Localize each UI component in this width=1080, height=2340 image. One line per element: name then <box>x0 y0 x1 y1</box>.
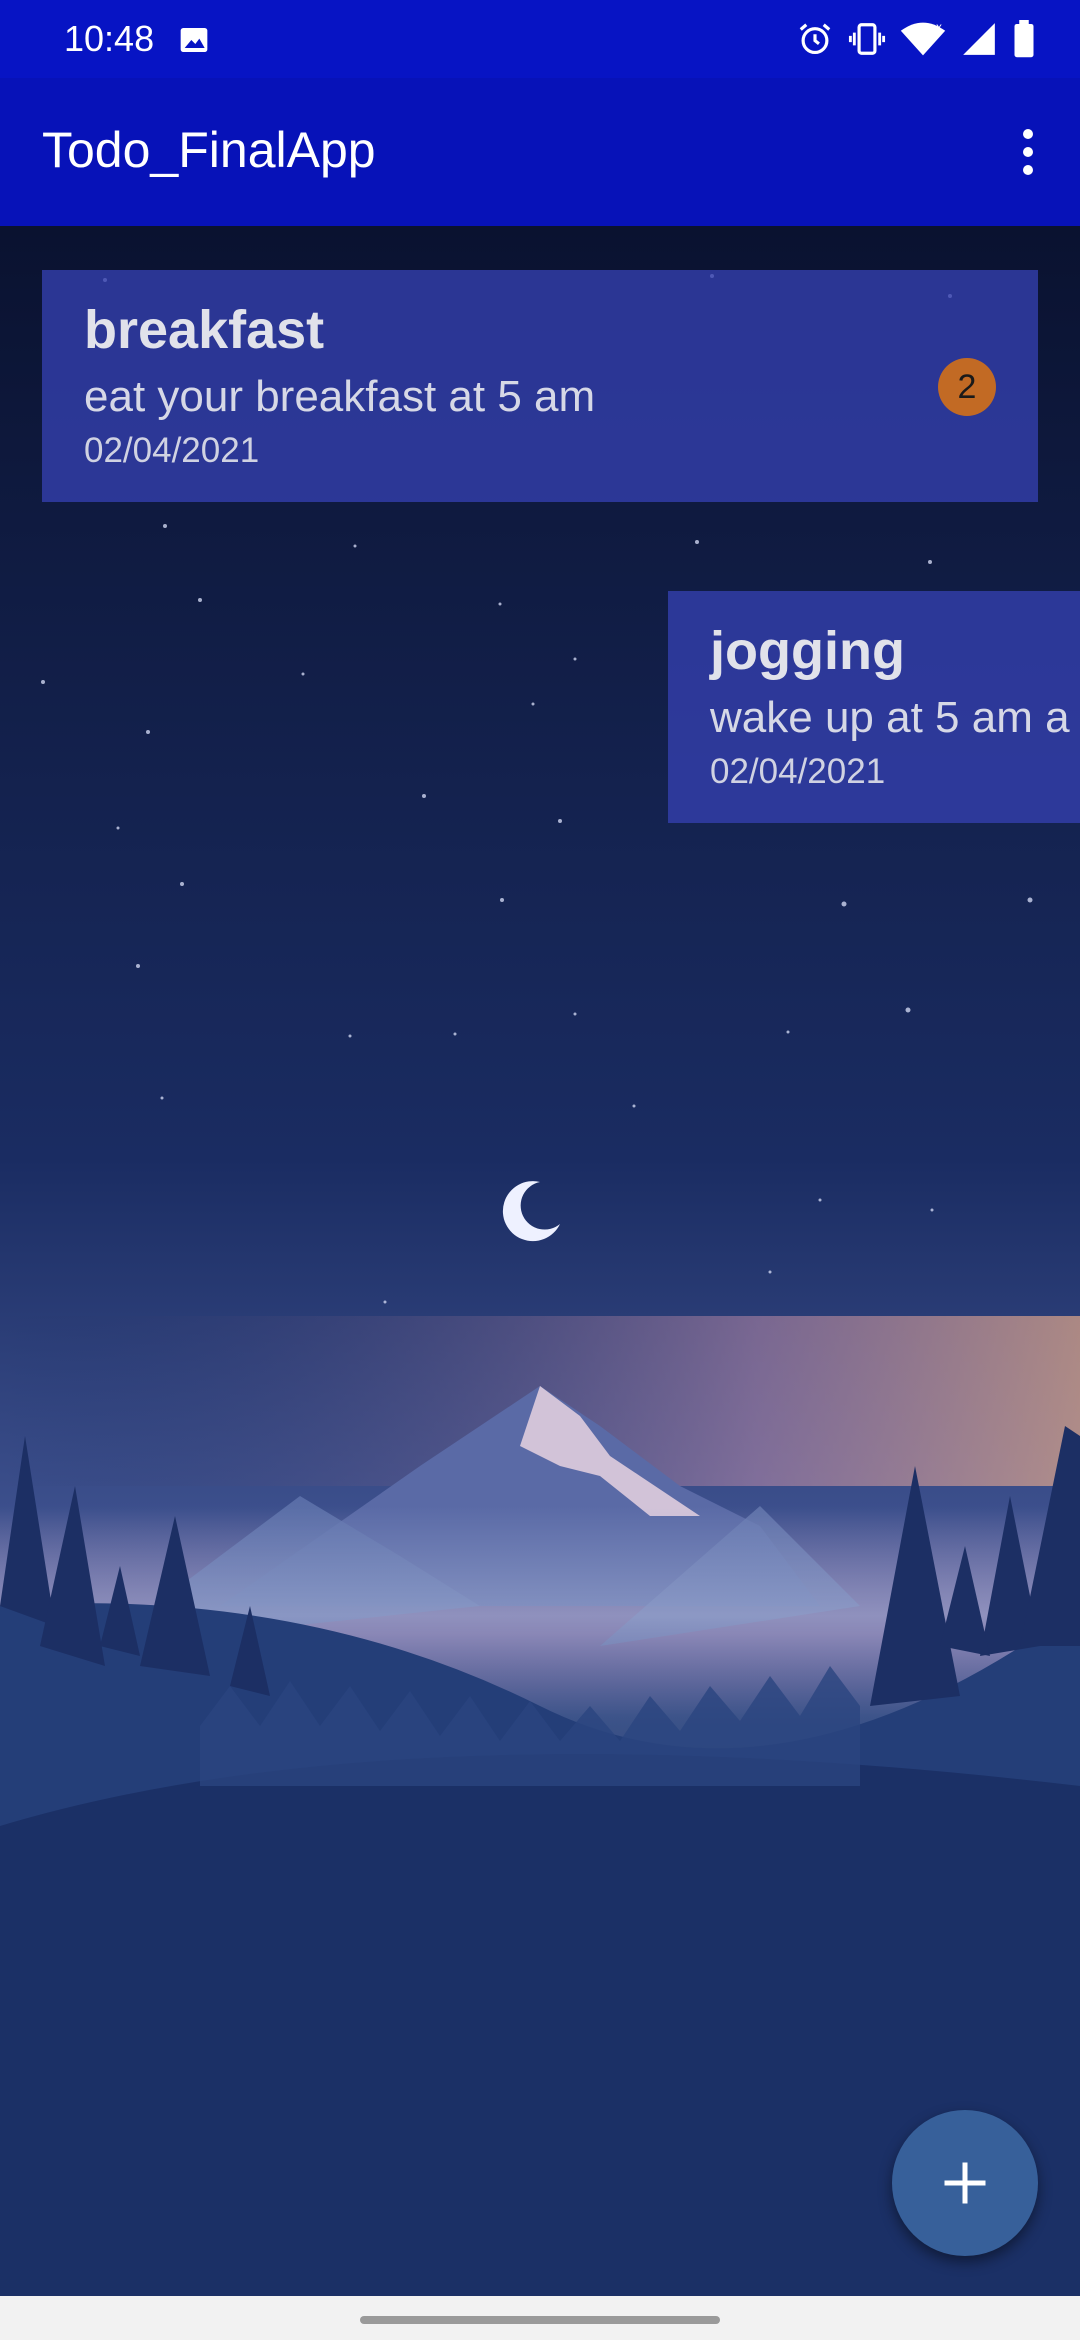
more-vert-icon[interactable] <box>998 120 1058 184</box>
todo-title: jogging <box>710 621 905 681</box>
add-todo-button[interactable] <box>892 2110 1038 2256</box>
todo-title: breakfast <box>84 300 325 360</box>
app-bar: Todo_FinalApp <box>0 78 1080 226</box>
wifi-icon: x <box>900 22 946 56</box>
image-icon <box>180 28 208 52</box>
status-bar: 10:48 x <box>0 0 1080 78</box>
navigation-bar <box>0 2296 1080 2340</box>
todo-date: 02/04/2021 <box>84 431 260 470</box>
signal-icon <box>963 23 995 55</box>
todo-description: wake up at 5 am a <box>710 693 1070 742</box>
priority-badge: 2 <box>938 358 996 416</box>
status-time: 10:48 <box>64 18 155 59</box>
todo-date: 02/04/2021 <box>710 752 886 791</box>
gesture-handle[interactable] <box>360 2316 720 2324</box>
battery-icon <box>1014 20 1034 58</box>
add-icon <box>944 2162 986 2204</box>
svg-text:x: x <box>936 22 942 34</box>
wallpaper-background <box>0 226 1080 2296</box>
alarm-icon <box>799 23 831 55</box>
app-title: Todo_FinalApp <box>42 122 376 178</box>
todo-item-breakfast[interactable]: breakfast eat your breakfast at 5 am 02/… <box>42 270 1038 502</box>
todo-item-jogging[interactable]: jogging wake up at 5 am a 02/04/2021 <box>668 591 1080 823</box>
vibrate-icon <box>848 23 886 55</box>
todo-description: eat your breakfast at 5 am <box>84 372 596 421</box>
